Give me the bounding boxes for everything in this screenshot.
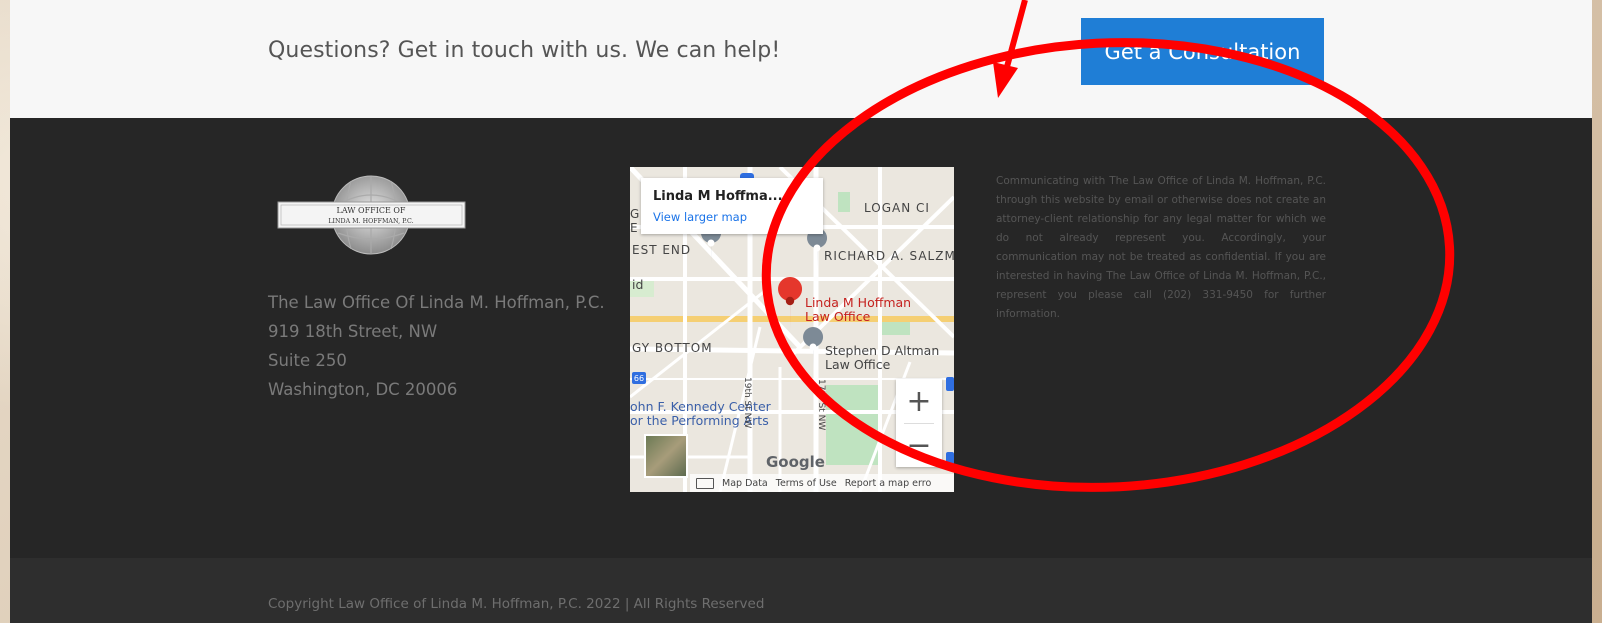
cta-text: Questions? Get in touch with us. We can … (268, 38, 781, 63)
copyright-bar: Copyright Law Office of Linda M. Hoffman… (10, 558, 1592, 623)
map-label-richard: RICHARD A. SALZM (824, 249, 954, 263)
address-name: The Law Office Of Linda M. Hoffman, P.C. (268, 293, 605, 312)
embedded-map[interactable]: 66 Gr E LOGAN CI EST END RICHARD A. SALZ… (630, 167, 954, 492)
keyboard-icon[interactable] (696, 477, 714, 489)
map-card-title: Linda M Hoffma... (653, 189, 783, 204)
map-label-e: E (630, 221, 639, 235)
map-label-logan: LOGAN CI (864, 201, 930, 215)
office-address: The Law Office Of Linda M. Hoffman, P.C.… (268, 288, 605, 404)
get-consultation-button[interactable]: Get a Consultation (1081, 18, 1324, 85)
address-suite: Suite 250 (268, 351, 347, 370)
cta-bar: Questions? Get in touch with us. We can … (10, 0, 1592, 118)
zoom-out-button[interactable]: − (896, 423, 942, 467)
report-map-error-link[interactable]: Report a map erro (845, 478, 932, 489)
address-street: 919 18th Street, NW (268, 322, 438, 341)
map-label-hoffman-1: Linda M Hoffman (805, 295, 912, 310)
map-label-19th-st: 19th St NW (742, 377, 752, 429)
satellite-view-toggle[interactable] (644, 434, 688, 478)
map-label-altman-2: Law Office (825, 357, 891, 372)
map-label-west-end: EST END (632, 243, 692, 257)
logo-line-2: LINDA M. HOFFMAN, P.C. (328, 218, 413, 225)
law-office-logo[interactable]: LAW OFFICE OF LINDA M. HOFFMAN, P.C. (276, 175, 467, 255)
map-label-17th-st: 17th St NW (816, 379, 826, 431)
map-info-card[interactable]: Linda M Hoffma... View larger map (641, 178, 823, 234)
legal-disclaimer: Communicating with The Law Office of Lin… (996, 175, 1326, 320)
address-city: Washington, DC 20006 (268, 380, 458, 399)
zoom-in-button[interactable]: + (896, 379, 942, 423)
footer-main: LAW OFFICE OF LINDA M. HOFFMAN, P.C. The… (10, 118, 1592, 558)
logo-line-1: LAW OFFICE OF (337, 206, 406, 215)
map-route-66: 66 (634, 374, 644, 383)
map-label-altman-1: Stephen D Altman (825, 343, 940, 358)
google-logo: Google (766, 453, 825, 471)
map-data-link[interactable]: Map Data (722, 478, 768, 489)
website-footer-page: Questions? Get in touch with us. We can … (10, 0, 1592, 623)
map-label-hoffman-2: Law Office (805, 309, 871, 324)
map-label-id: id (632, 277, 644, 292)
view-larger-map-link[interactable]: View larger map (653, 210, 747, 224)
copyright-text: Copyright Law Office of Linda M. Hoffman… (268, 596, 765, 612)
map-zoom-controls: + − (896, 379, 942, 467)
map-attribution-bar: Map Data Terms of Use Report a map erro (690, 474, 954, 492)
map-label-foggy-bottom: GY BOTTOM (632, 341, 713, 355)
terms-of-use-link[interactable]: Terms of Use (776, 478, 837, 489)
